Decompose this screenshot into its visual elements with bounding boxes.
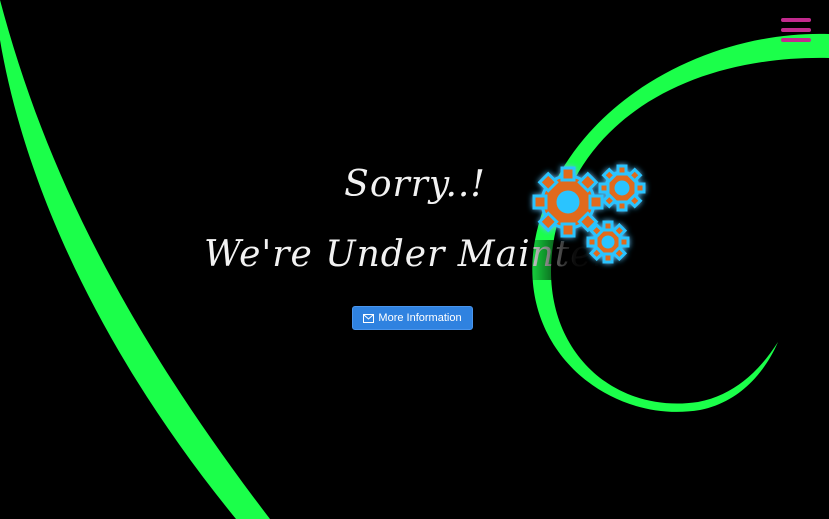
more-information-label: More Information xyxy=(378,312,462,324)
heading-sorry: Sorry..! xyxy=(344,164,486,205)
envelope-icon xyxy=(363,313,375,323)
more-information-button[interactable]: More Information xyxy=(352,306,473,330)
hamburger-menu-icon[interactable] xyxy=(781,18,811,44)
gears-icon xyxy=(532,164,646,264)
